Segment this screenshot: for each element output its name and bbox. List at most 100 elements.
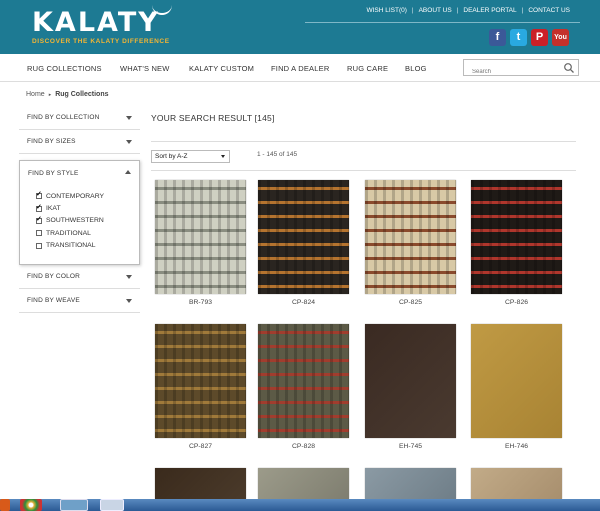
product-card[interactable]: EH-745: [365, 324, 456, 450]
filter-collection[interactable]: FIND BY COLLECTION: [19, 106, 140, 130]
product-sku[interactable]: BR-793: [155, 299, 246, 306]
search-input[interactable]: [464, 64, 564, 80]
about-us-link[interactable]: ABOUT US: [419, 7, 452, 14]
rug-image[interactable]: [365, 324, 456, 438]
filter-weave-label: FIND BY WEAVE: [27, 297, 80, 304]
product-card[interactable]: CP-824: [258, 180, 349, 306]
filter-style-label[interactable]: FIND BY STYLE: [28, 170, 79, 177]
rug-image[interactable]: [471, 324, 562, 438]
product-card[interactable]: CP-828: [258, 324, 349, 450]
style-option-traditional[interactable]: TRADITIONAL: [36, 227, 104, 239]
checkbox[interactable]: [36, 242, 42, 249]
rug-image[interactable]: [365, 180, 456, 294]
app-icon[interactable]: [100, 499, 124, 511]
breadcrumb-separator: ▸: [48, 92, 52, 98]
divider: |: [456, 7, 459, 14]
sort-select[interactable]: Sort by A-Z: [151, 150, 230, 163]
checkbox[interactable]: [36, 230, 42, 237]
option-label: TRADITIONAL: [46, 229, 91, 237]
chevron-down-icon: [221, 155, 225, 158]
chevron-up-icon[interactable]: [125, 170, 131, 174]
dealer-portal-link[interactable]: DEALER PORTAL: [463, 7, 516, 14]
style-option-ikat[interactable]: IKAT: [36, 202, 104, 214]
divider: [151, 170, 576, 171]
style-option-transitional[interactable]: TRANSITIONAL: [36, 240, 104, 252]
nav-blog[interactable]: BLOG: [405, 64, 427, 73]
product-sku[interactable]: CP-825: [365, 299, 456, 306]
filter-sizes[interactable]: FIND BY SIZES: [19, 130, 140, 154]
nav-rug-care[interactable]: RUG CARE: [347, 64, 388, 73]
option-label: TRANSITIONAL: [46, 242, 96, 250]
chrome-icon[interactable]: [20, 499, 42, 511]
option-label: IKAT: [46, 205, 61, 213]
product-card[interactable]: CP-826: [471, 180, 562, 306]
kalaty-logo[interactable]: KALATY DISCOVER THE KALATY DIFFERENCE: [32, 9, 172, 45]
product-card[interactable]: EH-746: [471, 324, 562, 450]
rug-image[interactable]: [471, 468, 562, 499]
rug-image[interactable]: [258, 468, 349, 499]
rug-image[interactable]: [155, 324, 246, 438]
chevron-down-icon: [126, 116, 132, 120]
os-taskbar: [0, 499, 600, 511]
chevron-down-icon: [126, 275, 132, 279]
rug-image[interactable]: [471, 180, 562, 294]
rug-image[interactable]: [155, 468, 246, 499]
twitter-icon[interactable]: t: [510, 29, 527, 46]
product-card[interactable]: [471, 468, 562, 499]
nav-rug-collections[interactable]: RUG COLLECTIONS: [27, 64, 102, 73]
results-count: 1 - 145 of 145: [257, 151, 298, 158]
nav-whats-new[interactable]: WHAT'S NEW: [120, 64, 170, 73]
filter-sidebar: FIND BY COLLECTION FIND BY SIZES FIND BY…: [19, 106, 140, 313]
filter-color[interactable]: FIND BY COLOR: [19, 265, 140, 289]
results-title: YOUR SEARCH RESULT [145]: [151, 113, 275, 123]
checkbox-checked[interactable]: [36, 190, 42, 200]
divider: [151, 141, 576, 142]
contact-us-link[interactable]: CONTACT US: [528, 7, 570, 14]
rug-image[interactable]: [258, 324, 349, 438]
product-card[interactable]: [258, 468, 349, 499]
filter-weave[interactable]: FIND BY WEAVE: [19, 289, 140, 313]
window-icon[interactable]: [60, 499, 88, 511]
youtube-icon[interactable]: You: [552, 29, 569, 46]
option-label: CONTEMPORARY: [46, 192, 105, 200]
breadcrumb-home[interactable]: Home: [26, 91, 45, 98]
pinterest-icon[interactable]: P: [531, 29, 548, 46]
facebook-icon[interactable]: f: [489, 29, 506, 46]
rug-image[interactable]: [155, 180, 246, 294]
product-sku[interactable]: CP-826: [471, 299, 562, 306]
nav-kalaty-custom[interactable]: KALATY CUSTOM: [189, 64, 254, 73]
wishlist-link[interactable]: WISH LIST(0): [366, 7, 406, 14]
main-nav: RUG COLLECTIONS WHAT'S NEW KALATY CUSTOM…: [0, 54, 600, 82]
product-sku[interactable]: EH-745: [365, 443, 456, 450]
sort-value: Sort by A-Z: [155, 153, 188, 160]
social-links: f t P You: [489, 29, 569, 46]
rug-image[interactable]: [365, 468, 456, 499]
product-sku[interactable]: CP-828: [258, 443, 349, 450]
rug-image[interactable]: [258, 180, 349, 294]
product-card[interactable]: CP-827: [155, 324, 246, 450]
product-sku[interactable]: CP-824: [258, 299, 349, 306]
checkbox-checked[interactable]: [36, 203, 42, 212]
app-icon[interactable]: [0, 499, 10, 511]
product-card[interactable]: BR-793: [155, 180, 246, 306]
product-card[interactable]: [155, 468, 246, 499]
chevron-down-icon: [126, 299, 132, 303]
checkbox-checked[interactable]: [36, 215, 42, 224]
style-option-southwestern[interactable]: SOUTHWESTERN: [36, 215, 104, 227]
header-divider: [305, 22, 580, 23]
filter-style-panel: FIND BY STYLE CONTEMPORARY IKAT SOUTHWES…: [19, 160, 140, 265]
product-sku[interactable]: CP-827: [155, 443, 246, 450]
search-box: [463, 59, 579, 80]
style-option-contemporary[interactable]: CONTEMPORARY: [36, 190, 104, 202]
search-icon[interactable]: [563, 62, 575, 74]
divider: |: [521, 7, 524, 14]
nav-find-a-dealer[interactable]: FIND A DEALER: [271, 64, 329, 73]
filter-color-label: FIND BY COLOR: [27, 273, 81, 280]
logo-tagline: DISCOVER THE KALATY DIFFERENCE: [32, 38, 170, 45]
product-card[interactable]: [365, 468, 456, 499]
filter-collection-label: FIND BY COLLECTION: [27, 114, 100, 121]
breadcrumb-current: Rug Collections: [55, 91, 109, 98]
filter-sizes-label: FIND BY SIZES: [27, 138, 76, 145]
product-sku[interactable]: EH-746: [471, 443, 562, 450]
product-card[interactable]: CP-825: [365, 180, 456, 306]
